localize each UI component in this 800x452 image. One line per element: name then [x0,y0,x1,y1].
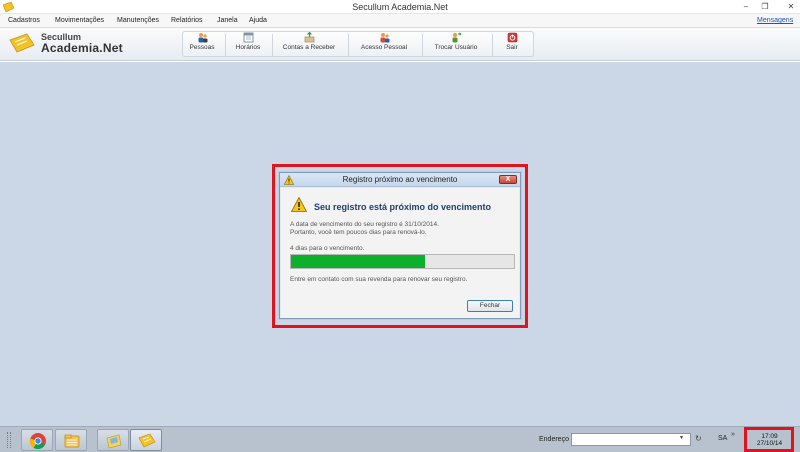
toolbar-acesso-label: Acesso Pessoal [360,44,408,51]
toolbar-contas-label: Contas a Receber [282,44,336,51]
expiration-dialog: Registro próximo ao vencimento X Seu reg… [279,172,521,319]
menu-relatorios[interactable]: Relatórios [171,17,203,24]
main-toolbar: Secullum Academia.Net Pessoas Horários C… [0,28,800,61]
taskbar-grip[interactable] [7,432,11,448]
toolbar-separator [492,34,493,56]
secullum-logo-icon [9,33,35,53]
contact-reseller-text: Entre em contato com sua revenda para re… [290,276,468,283]
window-title: Secullum Academia.Net [352,2,448,12]
close-window-button[interactable]: ✕ [782,1,800,13]
taskbar-explorer-button[interactable] [97,429,129,451]
warning-large-icon [291,197,307,212]
toolbar-separator [272,34,273,56]
clock-time: 17:09 [761,433,778,440]
menu-cadastros[interactable]: Cadastros [8,17,40,24]
address-input[interactable] [571,433,691,446]
toolbar-pessoas-label: Pessoas [189,44,215,51]
schedule-icon [243,32,253,43]
toolbar-pessoas-button[interactable]: Pessoas [186,32,218,58]
messages-link[interactable]: Mensagens [757,17,793,24]
expiration-progress-bar [290,254,515,269]
toolbar-trocar-usuario-button[interactable]: Trocar Usuário [429,32,483,58]
access-icon [380,33,389,43]
progress-bar-fill [291,255,425,268]
days-remaining-text: 4 dias para o vencimento. [290,245,365,252]
taskbar-academia-button[interactable] [130,429,162,451]
toolbar-acesso-button[interactable]: Acesso Pessoal [355,32,413,58]
toolbar-sair-button[interactable]: Sair [499,32,525,58]
menu-bar: Cadastros Movimentações Manutenções Rela… [0,14,800,28]
system-clock[interactable]: 17:09 27/10/14 [746,429,793,451]
clock-date: 27/10/14 [756,440,783,447]
tray-expand-icon[interactable]: » [731,431,735,438]
taskbar-chrome-button[interactable] [21,429,53,451]
restore-button[interactable]: ❐ [758,1,772,13]
refresh-icon[interactable]: ↻ [695,434,705,445]
switch-user-icon [452,32,462,43]
toolbar-separator [225,34,226,56]
fechar-button[interactable]: Fechar [467,300,513,312]
minimize-button[interactable]: – [739,1,753,13]
dialog-title: Registro próximo ao vencimento [342,175,458,184]
language-indicator[interactable]: SA [718,435,727,442]
logo-product: Academia.Net [41,41,123,55]
receivables-icon [304,32,314,43]
toolbar-separator [422,34,423,56]
menu-ajuda[interactable]: Ajuda [249,17,267,24]
taskbar: Endereço ▾ ↻ SA » [0,426,800,452]
dialog-heading: Seu registro está próximo do vencimento [314,202,492,212]
toolbar-horarios-button[interactable]: Horários [231,32,265,58]
exit-icon [507,32,517,43]
chrome-icon [29,433,46,450]
menu-movimentacoes[interactable]: Movimentações [55,17,104,24]
toolbar-contas-button[interactable]: Contas a Receber [277,32,341,58]
dialog-titlebar: Registro próximo ao vencimento X [280,173,520,187]
taskbar-files-button[interactable] [55,429,87,451]
toolbar-sair-label: Sair [506,44,518,51]
dialog-close-button[interactable]: X [499,175,517,184]
toolbar-separator [348,34,349,56]
menu-janela[interactable]: Janela [217,17,238,24]
window-titlebar: Secullum Academia.Net – ❐ ✕ [0,0,800,14]
expiration-date-text: A data de vencimento do seu registro é 3… [290,221,439,228]
file-explorer-icon [64,434,80,448]
menu-manutencoes[interactable]: Manutenções [117,17,159,24]
people-icon [198,33,207,43]
renewal-hint-text: Portanto, você tem poucos dias para reno… [290,229,427,236]
toolbar-trocar-usuario-label: Trocar Usuário [434,44,478,51]
academia-app-icon [138,433,156,448]
windows-explorer-icon [106,434,122,449]
dialog-body: Seu registro está próximo do vencimento … [281,188,519,318]
toolbar-horarios-label: Horários [235,44,261,51]
address-label: Endereço [539,436,569,443]
address-dropdown-icon[interactable]: ▾ [680,434,683,441]
